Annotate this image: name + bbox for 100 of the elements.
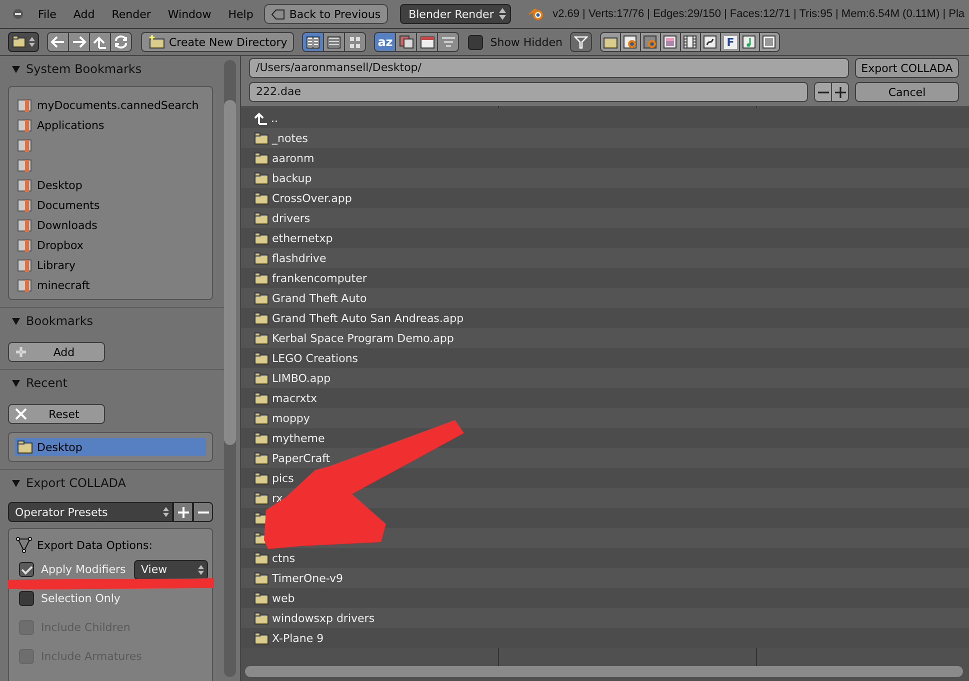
folder-entry[interactable]: macrxtx [272, 392, 318, 404]
cancel-button[interactable]: Cancel [855, 82, 959, 102]
sort-button[interactable]: az [374, 32, 396, 52]
folder-icon [254, 172, 269, 184]
bookmark-item[interactable]: Downloads [37, 218, 98, 232]
add-bookmark-button[interactable]: Add [8, 342, 105, 362]
folder-entry[interactable]: drivers [272, 212, 310, 224]
display-mode-button[interactable] [344, 32, 366, 52]
menu-item[interactable]: Help [228, 8, 254, 20]
thumbnails-icon [348, 36, 362, 48]
create-directory-button[interactable]: Create New Directory [141, 32, 294, 52]
new-folder-icon [148, 35, 166, 49]
folder-entry[interactable]: ctns [272, 552, 296, 564]
scrollbar-thumb[interactable] [245, 666, 963, 677]
folder-icon [254, 252, 269, 264]
option-checkbox[interactable] [19, 562, 34, 577]
scrollbar-thumb[interactable] [224, 100, 236, 445]
bookmark-item[interactable]: Applications [37, 118, 104, 132]
folder-entry[interactable]: Grand Theft Auto San Andreas.app [272, 312, 464, 324]
folder-entry[interactable]: frankencomputer [272, 272, 367, 284]
panel-header[interactable]: System Bookmarks [0, 56, 224, 82]
folder-entry[interactable]: backup [272, 172, 312, 184]
font-filter-button[interactable]: F [720, 32, 740, 52]
display-mode-button[interactable] [302, 32, 324, 52]
remove-preset-button[interactable] [193, 502, 213, 522]
folder-entry[interactable]: CrossOver.app [272, 192, 352, 204]
refresh-icon[interactable] [110, 32, 132, 52]
menu-item[interactable]: Render [112, 8, 151, 20]
folder-entry[interactable]: LEGO Creations [272, 352, 358, 364]
panel-header[interactable]: Export COLLADA [0, 470, 224, 496]
movie-filter-button[interactable] [680, 32, 702, 52]
folder-entry[interactable]: flashdrive [272, 252, 326, 264]
reset-button[interactable]: Reset [8, 404, 105, 424]
sort-button[interactable] [437, 32, 460, 52]
directory-field[interactable]: /Users/aaronmansell/Desktop/ [249, 58, 849, 78]
filter-icon[interactable] [570, 32, 592, 52]
folder-icon [254, 332, 269, 344]
bookmark-item[interactable]: minecraft [37, 278, 90, 292]
folder-entry[interactable]: moppy [272, 412, 310, 424]
folder-icon [254, 212, 269, 224]
bookmark-item[interactable]: Library [37, 258, 76, 272]
menu-item[interactable]: File [38, 8, 56, 20]
script-file-icon [703, 35, 718, 49]
folder-entry[interactable]: pics [272, 472, 294, 484]
folder-entry[interactable]: X-Plane 9 [272, 632, 324, 644]
panel-header[interactable]: Bookmarks [0, 308, 224, 334]
folder-icon [254, 452, 269, 464]
bookmark-folder-icon [17, 178, 33, 192]
image-filter-button[interactable] [660, 32, 682, 52]
menu-item[interactable]: Add [73, 8, 95, 20]
browser-type-dropdown[interactable] [8, 32, 39, 52]
folder-entry[interactable]: _notes [272, 132, 308, 144]
folder-entry[interactable]: ethernetxp [272, 232, 333, 244]
folder-entry[interactable]: PaperCraft [272, 452, 330, 464]
add-preset-button[interactable] [173, 502, 193, 522]
folder-entry[interactable]: Grand Theft Auto [272, 292, 367, 304]
sort-button[interactable] [395, 32, 418, 52]
display-mode-button[interactable] [323, 32, 346, 52]
bookmark-item[interactable]: Documents [37, 198, 100, 212]
folder-entry[interactable]: web [272, 592, 295, 604]
recent-item[interactable]: Desktop [15, 438, 206, 456]
operator-presets-dropdown[interactable]: Operator Presets [8, 502, 173, 522]
bookmark-folder-icon [17, 218, 33, 232]
folder-entry[interactable]: aaronm [272, 152, 314, 164]
panel-title: System Bookmarks [26, 62, 142, 76]
bookmark-item[interactable]: myDocuments.cannedSearch [37, 98, 199, 112]
panel-title: Recent [26, 376, 68, 390]
show-hidden-checkbox[interactable] [468, 34, 484, 50]
bookmark-item[interactable]: Desktop [37, 178, 82, 192]
panel-title: Export COLLADA [26, 476, 126, 490]
folder-entry[interactable]: TimerOne-v9 [272, 572, 344, 584]
blend-file-icon [623, 35, 638, 49]
modifier-mode-dropdown[interactable]: View [134, 560, 208, 580]
folder-filter-button[interactable] [600, 32, 622, 52]
folder-entry[interactable]: mytheme [272, 432, 325, 444]
back-button[interactable]: Back to Previous [264, 4, 388, 24]
menu-item[interactable]: Window [168, 8, 212, 20]
filename-field[interactable]: 222.dae [249, 82, 808, 102]
folder-entry[interactable]: LIMBO.app [272, 372, 331, 384]
text-filter-button[interactable] [759, 32, 780, 52]
folder-entry[interactable]: Kerbal Space Program Demo.app [272, 332, 454, 344]
decrement-button[interactable] [814, 82, 832, 102]
sound-filter-button[interactable] [739, 32, 760, 52]
folder-icon [254, 152, 269, 164]
folder-icon [254, 572, 269, 584]
sort-button[interactable] [416, 32, 438, 52]
increment-button[interactable] [831, 82, 849, 102]
export-button[interactable]: Export COLLADA [855, 58, 959, 78]
option-checkbox[interactable] [19, 591, 34, 606]
render-engine-dropdown[interactable]: Blender Render [400, 4, 511, 24]
folder-entry[interactable]: .. [271, 112, 278, 124]
script-filter-button[interactable] [700, 32, 722, 52]
panel-header[interactable]: Recent [0, 370, 224, 396]
blend-filter-button[interactable] [620, 32, 642, 52]
bookmark-item[interactable]: Dropbox [37, 238, 84, 252]
backup-filter-button[interactable] [640, 32, 662, 52]
bookmark-folder-icon [17, 198, 33, 212]
folder-entry[interactable]: windowsxp drivers [272, 612, 375, 624]
bookmark-folder-icon [17, 158, 33, 172]
parent-directory-icon[interactable] [89, 32, 111, 52]
